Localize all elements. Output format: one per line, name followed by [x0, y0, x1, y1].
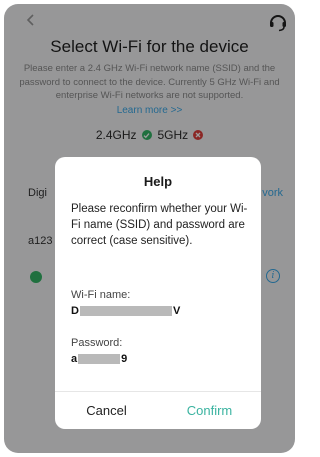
- wifi-name-value: D V: [71, 305, 180, 317]
- confirm-button[interactable]: Confirm: [158, 392, 261, 429]
- cancel-button[interactable]: Cancel: [55, 392, 158, 429]
- password-end: 9: [121, 353, 128, 365]
- redaction-block: [78, 354, 121, 364]
- password-value: a 9: [71, 353, 127, 365]
- dialog-message: Please reconfirm whether your Wi-Fi name…: [71, 203, 248, 247]
- phone-screen: Select Wi-Fi for the device Please enter…: [4, 4, 295, 453]
- redaction-block: [79, 306, 172, 316]
- help-dialog: Help Please reconfirm whether your Wi-Fi…: [55, 157, 261, 429]
- wifi-name-start: D: [71, 305, 79, 317]
- wifi-name-end: V: [172, 305, 181, 317]
- wifi-name-label: Wi-Fi name:: [71, 289, 131, 301]
- dialog-title: Help: [143, 174, 173, 189]
- password-label: Password:: [71, 337, 123, 349]
- password-start: a: [71, 353, 78, 365]
